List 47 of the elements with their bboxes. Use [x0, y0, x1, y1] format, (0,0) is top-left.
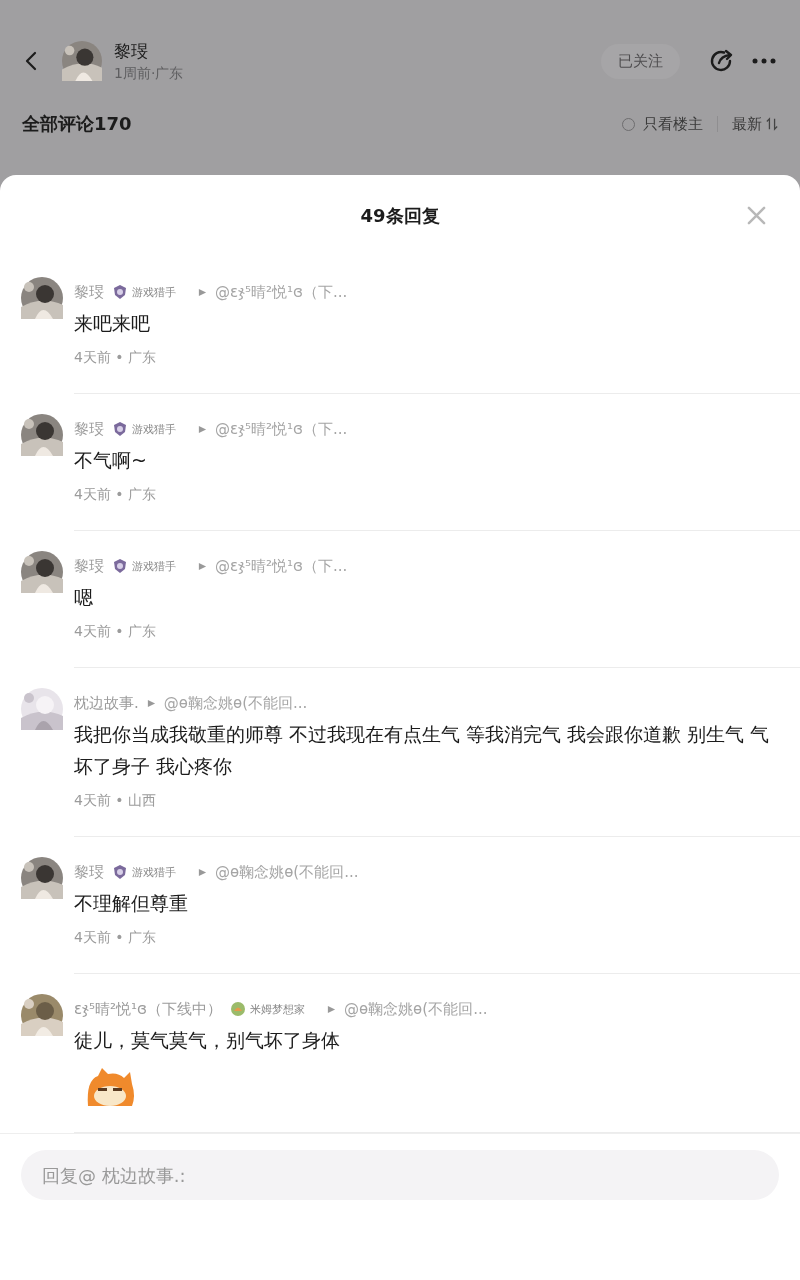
post-meta: 1周前·广东 — [114, 64, 185, 83]
shield-icon — [112, 558, 128, 574]
comment-meta: 4天前 • 广东 — [74, 623, 158, 641]
reply-target[interactable]: @ɵ鞠念姚ɵ(不能回... — [215, 862, 359, 882]
comments-title: 全部评论170 — [22, 112, 133, 136]
commenter-name[interactable]: ɛჯ⁵晴²悦¹ɞ（下线中） — [74, 999, 222, 1019]
comment-text: 不理解但尊重 — [74, 891, 189, 916]
sheet-title: 49条回复 — [360, 204, 440, 228]
shield-icon — [112, 284, 128, 300]
play-icon — [198, 424, 207, 434]
reply-target[interactable]: @ɛჯ⁵晴²悦¹ɞ（下... — [215, 419, 348, 439]
leaf-icon — [229, 1001, 246, 1017]
user-name: 黎琝 — [114, 39, 149, 63]
commenter-name[interactable]: 黎琝 — [74, 556, 104, 576]
commenter-name[interactable]: 黎琝 — [74, 282, 104, 302]
badge-label: 米姆梦想家 — [249, 1001, 305, 1017]
play-icon — [198, 287, 207, 297]
comment-meta: 4天前 • 山西 — [74, 792, 158, 810]
comment-meta: 4天前 • 广东 — [74, 929, 158, 947]
shield-icon — [112, 864, 128, 880]
comment-meta: 4天前 • 广东 — [74, 486, 158, 504]
comment-text: 不气啊~ — [74, 448, 148, 473]
reply-target[interactable]: @ɛჯ⁵晴²悦¹ɞ（下... — [215, 556, 348, 576]
comment-text: 来吧来吧 — [74, 311, 151, 336]
badge-label: 游戏猎手 — [132, 864, 176, 880]
sort-icon — [766, 117, 778, 131]
play-icon — [326, 1004, 336, 1014]
commenter-name[interactable]: 枕边故事. — [74, 693, 139, 713]
reply-target[interactable]: @ɛჯ⁵晴²悦¹ɞ（下... — [215, 282, 348, 302]
comment-text: 徒儿，莫气莫气，别气坏了身体 — [74, 1028, 341, 1053]
reply-target[interactable]: @ɵ鞠念姚ɵ(不能回... — [163, 693, 308, 713]
comment-text: 嗯 — [74, 585, 94, 610]
comment-meta: 4天前 • 广东 — [74, 349, 158, 367]
play-icon — [198, 867, 207, 877]
sort-button[interactable]: 最新 — [732, 114, 778, 134]
shield-icon — [112, 421, 128, 437]
badge-label: 游戏猎手 — [132, 421, 176, 437]
commenter-name[interactable]: 黎琝 — [74, 862, 104, 882]
reply-input[interactable]: 回复@ 枕边故事.: — [21, 1150, 779, 1200]
badge-label: 游戏猎手 — [132, 284, 176, 300]
comment-text: 我把你当成我敬重的师尊 不过我现在有点生气 等我消完气 我会跟你道歉 别生气 气坏了身子 我心疼你 — [74, 722, 771, 779]
reply-target[interactable]: @ɵ鞠念姚ɵ(不能回... — [343, 999, 488, 1019]
commenter-name[interactable]: 黎琝 — [74, 419, 104, 439]
play-icon — [198, 561, 207, 571]
author-only-filter[interactable]: 只看楼主 — [622, 114, 703, 134]
play-icon — [146, 698, 156, 708]
badge-label: 游戏猎手 — [132, 558, 176, 574]
